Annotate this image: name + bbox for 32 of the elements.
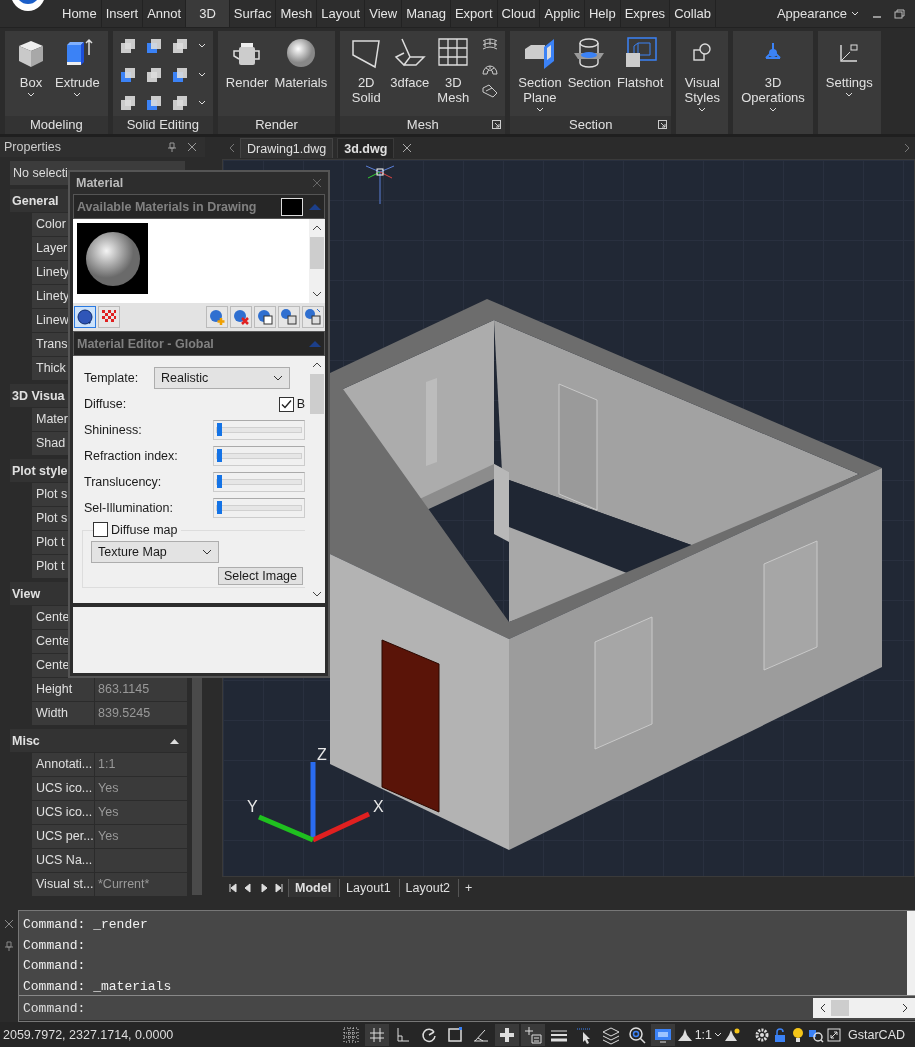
property-label: UCS ico... bbox=[32, 801, 94, 824]
group-title: General bbox=[12, 193, 59, 208]
brand-name: GstarCAD bbox=[848, 1027, 905, 1042]
panel-title: Render bbox=[217, 116, 336, 134]
coordinates: 2059.7972, 2327.1714, 0.0000 bbox=[2, 1027, 174, 1042]
dialog-title: Material bbox=[76, 176, 124, 190]
group-title: Plot style bbox=[12, 463, 68, 478]
command-line: Command: _materials bbox=[23, 977, 173, 996]
property-label: UCS ico... bbox=[32, 777, 94, 800]
panel-title: Mesh bbox=[340, 116, 506, 134]
command-line: Command: bbox=[23, 936, 87, 955]
property-label: UCS per... bbox=[32, 825, 94, 848]
panel-title: Properties bbox=[4, 140, 62, 154]
command-line: Command: bbox=[23, 957, 87, 975]
property-label: Annotati... bbox=[32, 753, 94, 776]
field-label: Diffuse: bbox=[84, 397, 128, 411]
panel-title: Solid Editing bbox=[112, 116, 213, 134]
panel-title: Modeling bbox=[5, 116, 108, 134]
property-label: Width bbox=[32, 702, 94, 725]
property-label: Visual st... bbox=[32, 873, 94, 896]
axis-label: X bbox=[373, 798, 384, 815]
checkbox-label: B bbox=[296, 397, 305, 411]
command-line: Command: _render bbox=[23, 916, 149, 934]
panel-title: Section bbox=[510, 116, 672, 134]
group-title: Misc bbox=[12, 733, 40, 748]
group-title: View bbox=[12, 586, 41, 601]
group-title: 3D Visua bbox=[12, 388, 65, 403]
axis-label: Z bbox=[317, 746, 327, 763]
property-label: Height bbox=[32, 678, 94, 701]
checkbox-label: Diffuse map bbox=[111, 522, 178, 537]
axis-label: Y bbox=[247, 798, 258, 815]
property-label: UCS Na... bbox=[32, 849, 94, 872]
